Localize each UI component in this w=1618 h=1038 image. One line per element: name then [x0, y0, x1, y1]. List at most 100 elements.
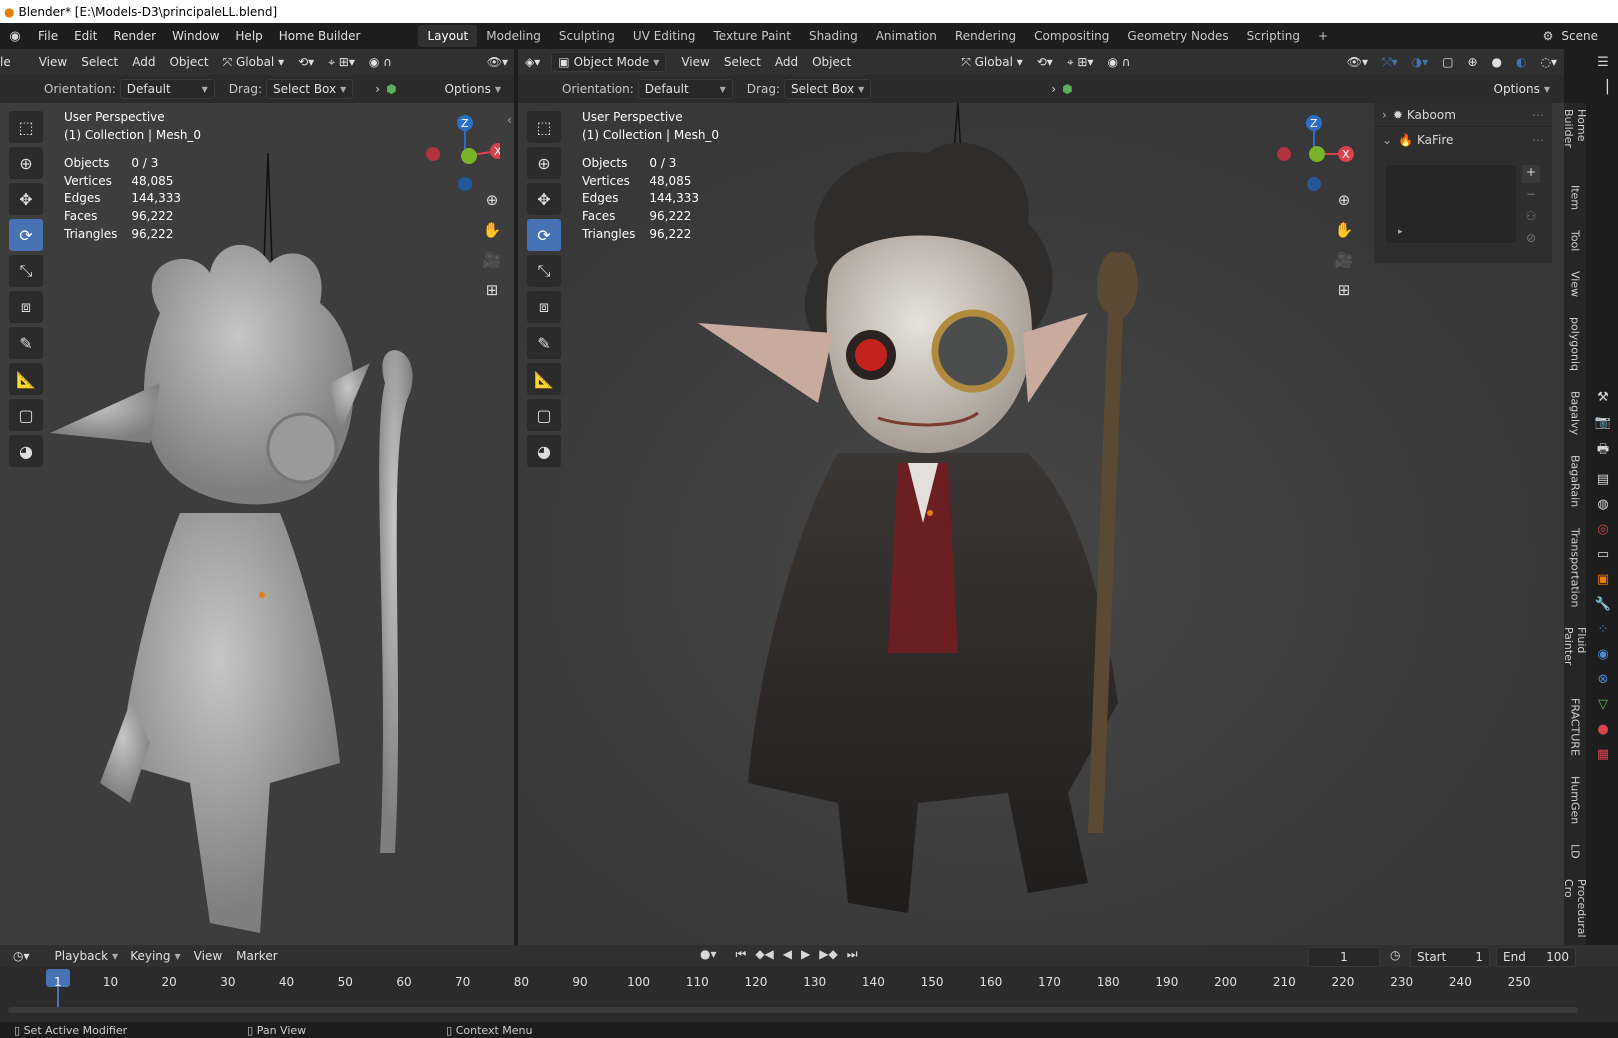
side-tab-bagarain[interactable]: BagaRain — [1569, 449, 1582, 513]
left-menu-add[interactable]: Add — [125, 55, 162, 69]
menu-home-builder[interactable]: Home Builder — [271, 29, 369, 43]
rotate-tool-icon[interactable]: ⟳ — [9, 219, 43, 251]
select-box-tool-icon[interactable]: ⬚ — [9, 111, 43, 143]
shading-material-icon[interactable]: ◐ — [1509, 55, 1533, 69]
left-orientation-dropdown[interactable]: Default ▼ — [119, 79, 215, 99]
current-frame-field[interactable]: 1 — [1308, 947, 1380, 967]
drag-handle-icon[interactable]: ⋯ — [1532, 108, 1544, 122]
annotate-tool-icon[interactable]: ✎ — [527, 327, 561, 359]
measure-tool-icon[interactable]: 📐 — [527, 363, 561, 395]
side-tab-bagalvy[interactable]: Bagalvy — [1569, 385, 1582, 441]
collection-props-icon[interactable]: ▭ — [1597, 547, 1609, 562]
modifier-props-icon[interactable]: 🔧 — [1595, 597, 1611, 612]
timeline-ruler[interactable]: 1 10 20 30 40 50 60 70 80 90 100 110 120 130 140 150 160… — [0, 967, 1618, 1027]
camera-icon[interactable]: 🎥 — [478, 247, 506, 273]
left-menu-select[interactable]: Select — [74, 55, 125, 69]
keying-menu[interactable]: Keying ▼ — [124, 946, 186, 966]
add-workspace-icon[interactable]: + — [1309, 25, 1337, 47]
left-options-dropdown[interactable]: Options ▼ — [439, 79, 507, 99]
tool-props-icon[interactable]: ⚒ — [1597, 390, 1609, 405]
menu-help[interactable]: Help — [227, 29, 270, 43]
zoom-icon[interactable]: ⊕ — [478, 187, 506, 213]
gizmo-toggle-icon[interactable]: ⤱▾ — [1375, 55, 1405, 70]
left-proportional-icon[interactable]: ◉ ∩ — [362, 55, 399, 69]
sculpt-tool-icon[interactable]: ◕ — [527, 435, 561, 467]
right-visibility-icon[interactable]: 👁▾ — [1340, 55, 1375, 69]
right-drag-dropdown[interactable]: Select Box ▼ — [783, 79, 872, 99]
tab-texture-paint[interactable]: Texture Paint — [705, 25, 800, 47]
side-tab-procedural[interactable]: Procedural Cro — [1564, 873, 1586, 945]
scene-props-icon[interactable]: ◍ — [1597, 497, 1608, 512]
outliner-icon[interactable]: ☰ — [1597, 55, 1609, 70]
cursor-tool-icon[interactable]: ⊕ — [9, 147, 43, 179]
right-snap-icon[interactable]: ⌖ ⊞▾ — [1060, 55, 1101, 70]
particles-props-icon[interactable]: ⁘ — [1598, 622, 1609, 637]
collapse-right-icon[interactable]: › — [1382, 108, 1387, 122]
render-props-icon[interactable]: 📷 — [1595, 415, 1611, 430]
list-link-icon[interactable]: ⊘ — [1522, 231, 1540, 249]
left-viewport[interactable]: ⬚ ⊕ ✥ ⟳ ⤡ ⧈ ✎ 📐 ▢ ◕ User Perspective (1)… — [0, 103, 514, 945]
scrollbar-icon[interactable]: ▕ — [1598, 80, 1608, 380]
menu-edit[interactable]: Edit — [66, 29, 105, 43]
timeline-scrollbar[interactable] — [8, 1007, 1578, 1013]
tab-scripting[interactable]: Scripting — [1238, 25, 1309, 47]
expand-down-icon[interactable]: ⌄ — [1382, 133, 1392, 147]
side-tab-transportation[interactable]: Transportation — [1569, 522, 1582, 613]
right-transform-orientation[interactable]: ⤧ Global ▾ — [954, 55, 1030, 70]
rotate-tool-icon[interactable]: ⟳ — [527, 219, 561, 251]
annotate-tool-icon[interactable]: ✎ — [9, 327, 43, 359]
move-tool-icon[interactable]: ✥ — [527, 183, 561, 215]
sculpt-tool-icon[interactable]: ◕ — [9, 435, 43, 467]
tab-shading[interactable]: Shading — [800, 25, 867, 47]
kafire-list[interactable]: ▸ — [1386, 165, 1516, 243]
preview-range-icon[interactable]: ◷ — [1390, 948, 1400, 962]
menu-render[interactable]: Render — [105, 29, 164, 43]
left-visibility-icon[interactable]: 👁▾ — [480, 55, 515, 69]
side-tab-fluid-painter[interactable]: Fluid Painter — [1564, 621, 1586, 684]
side-tab-polygoniq[interactable]: polygoniq — [1569, 311, 1582, 377]
left-menu-object[interactable]: Object — [162, 55, 215, 69]
shading-solid-icon[interactable]: ● — [1485, 55, 1509, 69]
side-tab-fracture[interactable]: FRACTURE — [1569, 692, 1582, 762]
timeline-editor-icon[interactable]: ◷▾ — [6, 949, 37, 963]
list-remove-icon[interactable]: − — [1522, 187, 1540, 205]
end-frame-field[interactable]: End 100 — [1496, 947, 1576, 967]
right-menu-object[interactable]: Object — [805, 55, 858, 69]
right-proportional-icon[interactable]: ◉ ∩ — [1100, 55, 1137, 69]
perspective-grid-icon[interactable]: ⊞ — [1330, 277, 1358, 303]
left-mode-dropdown[interactable]: le — [0, 55, 18, 69]
timeline-marker-menu[interactable]: Marker — [229, 949, 284, 963]
left-snap-icon[interactable]: ⌖ ⊞▾ — [321, 55, 362, 70]
object-props-icon[interactable]: ▣ — [1597, 572, 1609, 587]
physics-props-icon[interactable]: ◉ — [1597, 647, 1608, 662]
constraint-props-icon[interactable]: ⊗ — [1598, 672, 1609, 687]
tab-sculpting[interactable]: Sculpting — [550, 25, 624, 47]
play-small-icon[interactable]: ▸ — [1398, 227, 1403, 237]
output-props-icon[interactable]: 🖶 — [1597, 440, 1609, 462]
record-icon[interactable]: ●▾ — [700, 947, 717, 962]
blender-menu-icon[interactable]: ◉ — [0, 29, 30, 44]
drag-handle-icon[interactable]: ⋯ — [1532, 133, 1544, 147]
playback-menu[interactable]: Playback ▼ — [49, 946, 125, 966]
prev-keyframe-icon[interactable]: ◆◀ — [755, 947, 773, 962]
list-add-icon[interactable]: + — [1522, 165, 1540, 183]
world-props-icon[interactable]: ◎ — [1597, 522, 1608, 537]
camera-icon[interactable]: 🎥 — [1330, 247, 1358, 273]
cursor-tool-icon[interactable]: ⊕ — [527, 147, 561, 179]
material-props-icon[interactable]: ● — [1597, 722, 1608, 737]
next-keyframe-icon[interactable]: ▶◆ — [819, 947, 837, 962]
tab-uv-editing[interactable]: UV Editing — [624, 25, 705, 47]
left-transform-orientation[interactable]: ⤧ Global ▾ — [216, 55, 292, 70]
menu-file[interactable]: File — [30, 29, 66, 43]
panel-kafire[interactable]: ⌄ 🔥 KaFire ⋯ — [1374, 127, 1552, 153]
jump-start-icon[interactable]: ⏮ — [736, 947, 747, 962]
left-pivot-icon[interactable]: ⟲▾ — [291, 55, 321, 69]
scene-selector[interactable]: ⚙ Scene — [1543, 23, 1618, 49]
left-expand-chevron-icon[interactable]: › — [375, 82, 380, 96]
right-expand-chevron-icon[interactable]: › — [1051, 82, 1056, 96]
tab-layout[interactable]: Layout — [418, 25, 478, 47]
timeline-view-menu[interactable]: View — [187, 949, 229, 963]
editor-type-icon[interactable]: ◈▾ — [518, 55, 547, 69]
left-collapse-arrow-icon[interactable]: ‹ — [507, 113, 512, 127]
side-tab-item[interactable]: Item — [1569, 179, 1582, 216]
